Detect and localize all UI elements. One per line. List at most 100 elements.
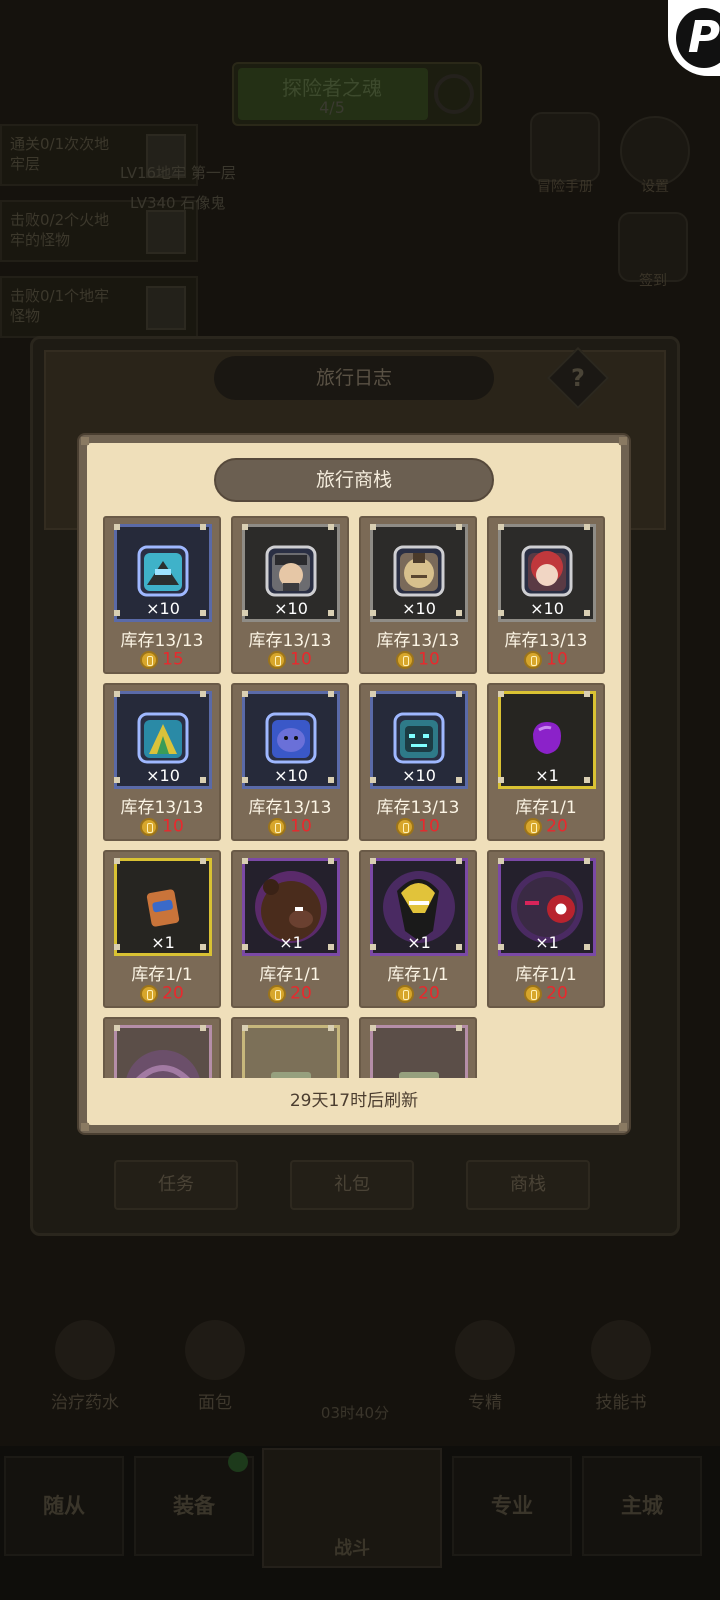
item-frame: ×1 [498,691,596,789]
bg-tab-shop: 商栈 [466,1160,590,1210]
shop-item-card[interactable]: ×1 库存1/1 20 [487,850,605,1008]
shop-item-card[interactable]: ×1 库存1/1 20 [103,850,221,1008]
bg-quest-text: 通关0/1次次地牢层 [10,135,110,173]
item-stock: 库存13/13 [376,798,460,818]
bg-chest-timer: 03时40分 [320,1404,390,1422]
bg-right-label: 设置 [641,179,669,195]
item-price: 15 [105,649,219,670]
item-price: 20 [233,983,347,1004]
frame-corner [81,437,89,445]
bg-quest-text: 击败0/2个火地牢的怪物 [10,211,110,249]
item-price: 10 [233,816,347,837]
shop-item-card[interactable]: ×1 库存1/1 20 [487,683,605,841]
skillbook-icon [591,1320,651,1380]
item-price: 10 [233,649,347,670]
bg-nav-label: 专业 [491,1494,533,1518]
bg-nav-label: 随从 [43,1494,85,1518]
gold-coin-icon [396,650,415,669]
item-stock: 库存1/1 [387,965,449,985]
item-price: 20 [105,983,219,1004]
item-stock: 库存1/1 [259,965,321,985]
bg-mastery-item: 专精 [430,1320,540,1420]
item-frame: ×10 [498,524,596,622]
bg-skillbook-item: 技能书 [566,1320,676,1420]
shop-item-card[interactable]: ×1 库存1/1 20 [359,850,477,1008]
shop-item-grid[interactable]: ×10 库存13/13 15 ×10 库存13/13 10 ×10 库存13/13 10 ×10 库… [87,508,621,1078]
shop-item-card[interactable]: ×10 库存13/13 15 [103,516,221,674]
item-quantity: ×1 [407,933,431,952]
bg-nav-label: 主城 [621,1494,663,1518]
item-price-value: 10 [546,649,568,670]
item-frame [242,1025,340,1078]
item-quantity: ×10 [146,766,180,785]
bg-nav-battle: 战斗 [262,1448,442,1568]
mastery-icon [455,1320,515,1380]
bg-item-label: 治疗药水 [51,1393,119,1413]
potion-icon [55,1320,115,1380]
item-quantity: ×10 [402,766,436,785]
shop-title-pill: 旅行商栈 [214,458,494,502]
item-frame [370,1025,468,1078]
item-price-value: 15 [162,649,184,670]
bg-energy-title: 探险者之魂 [282,76,382,100]
item-frame [114,1025,212,1078]
item-frame: ×1 [242,858,340,956]
shop-item-card[interactable] [103,1017,221,1078]
gold-coin-icon [396,817,415,836]
item-price-value: 20 [546,983,568,1004]
item-stock: 库存13/13 [376,631,460,651]
bg-quest-item: 击败0/1个地牢怪物 [0,276,198,338]
refresh-icon [434,74,474,114]
shop-title: 旅行商栈 [315,469,392,491]
bg-item-label: 专精 [468,1393,502,1413]
frame-corner [619,437,627,445]
shop-item-card[interactable]: ×10 库存13/13 10 [231,683,349,841]
bg-bread-item: 面包 [160,1320,270,1420]
shop-item-card[interactable]: ×10 库存13/13 10 [487,516,605,674]
gold-coin-icon [524,984,543,1003]
item-price: 20 [361,983,475,1004]
gold-coin-icon [268,984,287,1003]
shop-item-card[interactable] [231,1017,349,1078]
frame-corner [81,1123,89,1131]
bg-quest-text: 击败0/1个地牢怪物 [10,287,110,325]
bg-item-label: 面包 [198,1393,232,1413]
bg-panel-title-text: 旅行日志 [315,367,392,389]
item-quantity: ×10 [274,766,308,785]
bg-tab-gifts: 礼包 [290,1160,414,1210]
shop-item-card[interactable]: ×10 库存13/13 10 [359,683,477,841]
chest-icon [146,286,186,330]
overlay-logo: P [668,0,720,76]
item-frame: ×10 [114,524,212,622]
shop-item-card[interactable]: ×10 库存13/13 10 [103,683,221,841]
item-frame: ×1 [114,858,212,956]
item-price-value: 20 [162,983,184,1004]
item-stock: 库存13/13 [120,798,204,818]
item-frame: ×10 [242,524,340,622]
shop-item-card[interactable] [359,1017,477,1078]
gold-coin-icon [268,650,287,669]
item-quantity: ×10 [530,599,564,618]
item-price-value: 10 [290,649,312,670]
shop-item-card[interactable]: ×10 库存13/13 10 [359,516,477,674]
item-stock: 库存1/1 [515,965,577,985]
item-stock: 库存1/1 [515,798,577,818]
bg-tab-tasks: 任务 [114,1160,238,1210]
game-screen: 探险者之魂 4/5 通关0/1次次地牢层 击败0/2个火地牢的怪物 击败0/1个… [0,0,720,1600]
bg-panel-title: 旅行日志 [214,356,494,400]
chest-icon [146,210,186,254]
item-price-value: 10 [418,649,440,670]
gold-coin-icon [268,817,287,836]
logo-letter: P [676,8,720,68]
item-quantity: ×1 [151,933,175,952]
bg-item-label: 技能书 [595,1393,647,1413]
bg-tab-label: 礼包 [334,1174,370,1195]
help-symbol: ? [571,364,585,392]
bg-right-label: 签到 [639,273,667,289]
shop-item-card[interactable]: ×1 库存1/1 20 [231,850,349,1008]
item-price-value: 10 [290,816,312,837]
shop-item-card[interactable]: ×10 库存13/13 10 [231,516,349,674]
item-price: 10 [361,816,475,837]
item-quantity: ×10 [274,599,308,618]
item-stock: 库存1/1 [131,965,193,985]
